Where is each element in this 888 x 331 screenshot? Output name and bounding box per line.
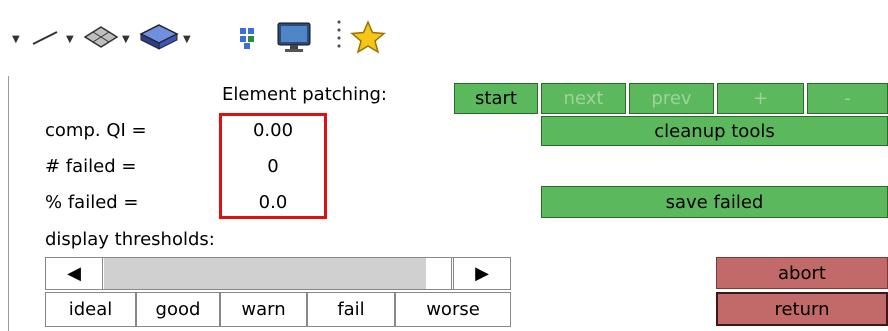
threshold-warn-button[interactable]: warn bbox=[220, 292, 307, 327]
abort-button[interactable]: abort bbox=[716, 257, 888, 289]
elements-icon[interactable] bbox=[238, 26, 262, 50]
scroll-track[interactable] bbox=[104, 258, 426, 289]
star-icon[interactable] bbox=[350, 20, 386, 54]
cleanup-tools-button[interactable]: cleanup tools bbox=[541, 116, 888, 146]
threshold-ideal-button[interactable]: ideal bbox=[45, 292, 136, 327]
next-button[interactable]: next bbox=[541, 83, 626, 114]
failed-count-label: # failed = bbox=[45, 156, 137, 177]
arrow-right-icon: ▶ bbox=[475, 263, 489, 284]
start-button[interactable]: start bbox=[454, 83, 538, 114]
threshold-worse-button[interactable]: worse bbox=[395, 292, 511, 327]
comp-qi-label: comp. QI = bbox=[45, 120, 147, 141]
line-icon[interactable] bbox=[30, 28, 60, 48]
prev-button[interactable]: prev bbox=[629, 83, 714, 114]
threshold-fail-button[interactable]: fail bbox=[307, 292, 395, 327]
highlight-box bbox=[219, 113, 327, 219]
arrow-left-icon: ◀ bbox=[67, 263, 81, 284]
surface-icon[interactable] bbox=[82, 24, 120, 50]
dropdown-arrow-icon[interactable]: ▼ bbox=[66, 34, 74, 45]
return-button[interactable]: return bbox=[716, 292, 888, 326]
threshold-scrollbar[interactable]: ◀ ▶ bbox=[45, 257, 511, 290]
failed-percent-label: % failed = bbox=[45, 192, 139, 213]
save-failed-button[interactable]: save failed bbox=[541, 186, 888, 218]
toolbar: ▼ ▼ ▼ ▼ bbox=[0, 0, 888, 70]
scroll-divider bbox=[451, 258, 452, 289]
scroll-left-button[interactable]: ◀ bbox=[46, 258, 103, 289]
threshold-good-button[interactable]: good bbox=[136, 292, 220, 327]
scroll-right-button[interactable]: ▶ bbox=[453, 258, 510, 289]
solid-icon[interactable] bbox=[138, 22, 180, 52]
dropdown-arrow-icon[interactable]: ▼ bbox=[12, 34, 20, 45]
element-patching-label: Element patching: bbox=[222, 84, 387, 105]
display-icon[interactable] bbox=[275, 20, 313, 54]
minus-button[interactable]: - bbox=[807, 83, 888, 114]
toolbar-separator bbox=[337, 18, 341, 52]
display-thresholds-label: display thresholds: bbox=[45, 229, 215, 250]
dropdown-arrow-icon[interactable]: ▼ bbox=[122, 34, 130, 45]
dropdown-arrow-icon[interactable]: ▼ bbox=[183, 34, 191, 45]
plus-button[interactable]: + bbox=[717, 83, 804, 114]
